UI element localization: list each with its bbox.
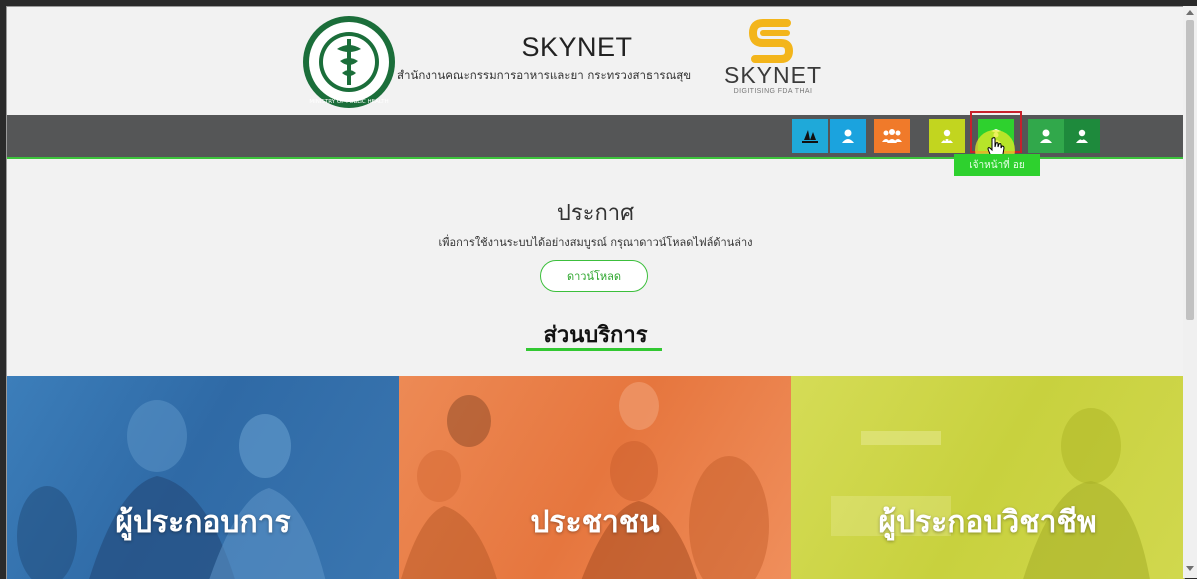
doctor-icon bbox=[1076, 129, 1088, 143]
brand-wordmark: SKYNET bbox=[723, 62, 823, 88]
people-meeting-photo bbox=[401, 382, 769, 579]
business-people-photo bbox=[17, 400, 326, 579]
nav-tooltip: เจ้าหน้าที่ อย bbox=[954, 154, 1040, 176]
nav-group-button[interactable] bbox=[874, 119, 910, 153]
ministry-emblem-icon: ••••••••• MINISTRY OF PUBLIC HEALTH bbox=[303, 16, 395, 108]
svg-text:•••••••••: ••••••••• bbox=[333, 24, 365, 31]
nav-sailboat-button[interactable] bbox=[792, 119, 828, 153]
browser-viewport: ••••••••• MINISTRY OF PUBLIC HEALTH SKYN… bbox=[6, 6, 1185, 579]
service-panel-entrepreneur[interactable]: ผู้ประกอบการ bbox=[7, 376, 399, 579]
service-panel-professional[interactable]: ผู้ประกอบวิชาชีพ bbox=[791, 376, 1184, 579]
announcement-title: ประกาศ bbox=[556, 201, 635, 226]
brand-tagline: DIGITISING FDA THAI bbox=[733, 88, 813, 95]
announcement-description: เพื่อการใช้งานระบบได้อย่างสมบูรณ์ กรุณาด… bbox=[438, 236, 753, 249]
download-button[interactable]: ดาวน์โหลด bbox=[540, 260, 648, 292]
site-subtitle: สำนักงานคณะกรรมการอาหารและยา กระทรวงสาธา… bbox=[397, 68, 692, 82]
panel-label-professional: ผู้ประกอบวิชาชีพ bbox=[878, 505, 1097, 540]
nav-doctor-button-2[interactable] bbox=[1064, 119, 1100, 153]
sailboat-icon bbox=[802, 130, 818, 143]
scroll-down-arrow-icon[interactable] bbox=[1186, 566, 1194, 571]
medical-professional-photo bbox=[831, 408, 1150, 579]
vertical-scrollbar[interactable] bbox=[1183, 6, 1197, 578]
nav-person-button[interactable] bbox=[830, 119, 866, 153]
scroll-up-arrow-icon[interactable] bbox=[1186, 10, 1194, 15]
service-panel-public[interactable]: ประชาชน bbox=[399, 376, 791, 579]
person-icon bbox=[842, 129, 854, 143]
nav-person-button-2[interactable] bbox=[1028, 119, 1064, 153]
person-icon bbox=[1040, 129, 1052, 143]
panel-label-entrepreneur: ผู้ประกอบการ bbox=[115, 505, 291, 540]
nav-doctor-button[interactable] bbox=[929, 119, 965, 153]
site-title: SKYNET bbox=[521, 32, 633, 62]
svg-text:MINISTRY OF PUBLIC HEALTH: MINISTRY OF PUBLIC HEALTH bbox=[309, 99, 388, 105]
doctor-icon bbox=[941, 129, 953, 143]
services-title: ส่วนบริการ bbox=[543, 323, 648, 348]
group-icon bbox=[882, 129, 902, 143]
services-title-underline bbox=[526, 348, 662, 351]
panel-label-public: ประชาชน bbox=[530, 505, 660, 540]
scroll-thumb[interactable] bbox=[1186, 20, 1194, 320]
site-header: ••••••••• MINISTRY OF PUBLIC HEALTH SKYN… bbox=[7, 7, 1184, 115]
